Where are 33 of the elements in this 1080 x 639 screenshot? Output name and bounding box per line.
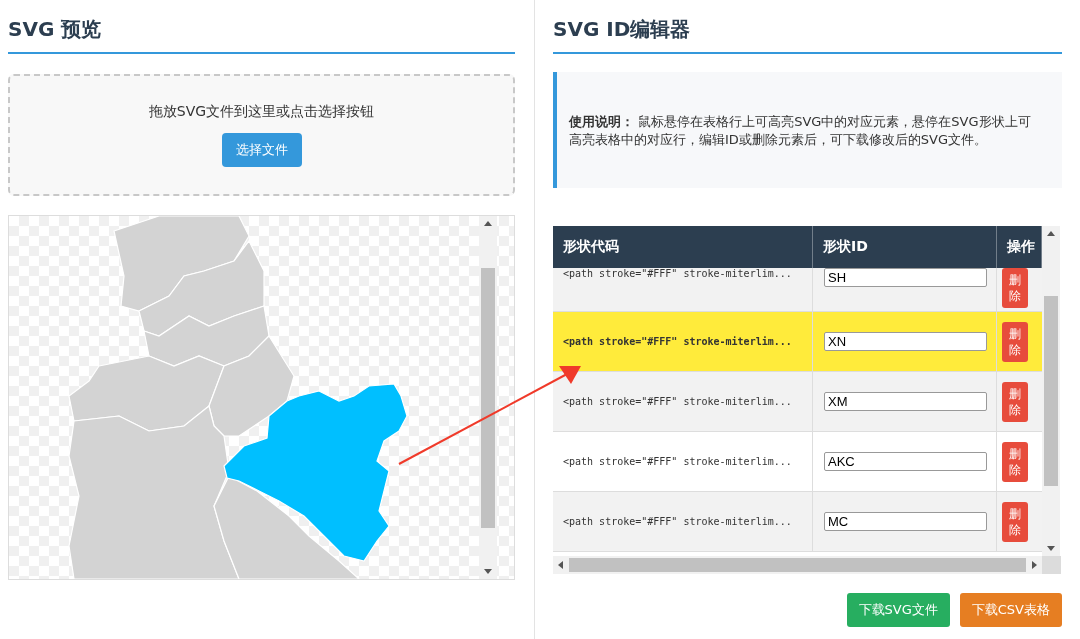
table-row[interactable]: <path stroke="#FFF" stroke-miterlim... XN 删除: [553, 312, 1042, 372]
scroll-up-icon[interactable]: [484, 220, 492, 226]
table-row[interactable]: <path stroke="#FFF" stroke-miterlim... XM 删除: [553, 372, 1042, 432]
drop-zone[interactable]: 拖放SVG文件到这里或点击选择按钮 选择文件: [8, 74, 515, 196]
scroll-left-icon[interactable]: [557, 561, 563, 569]
scroll-down-icon[interactable]: [484, 569, 492, 575]
id-input[interactable]: XN: [824, 332, 987, 351]
delete-button[interactable]: 删除: [1002, 381, 1028, 422]
drop-hint: 拖放SVG文件到这里或点击选择按钮: [148, 103, 375, 121]
scroll-down-icon[interactable]: [1047, 546, 1055, 552]
delete-button[interactable]: 删除: [1002, 501, 1028, 542]
id-input[interactable]: SH: [824, 268, 987, 287]
id-input[interactable]: MC: [824, 512, 987, 531]
id-input[interactable]: XM: [824, 392, 987, 411]
vertical-scrollbar[interactable]: [479, 216, 497, 579]
scroll-up-icon[interactable]: [1047, 230, 1055, 236]
scroll-right-icon[interactable]: [1032, 561, 1038, 569]
table-row[interactable]: <path stroke="#FFF" stroke-miterlim... MC 删除: [553, 492, 1042, 552]
table-cell: <path stroke="#FFF" stroke-miterlim...: [553, 492, 813, 551]
help-note: 使用说明： 鼠标悬停在表格行上可高亮SVG中的对应元素，悬停在SVG形状上可高亮表格中的对应行，编辑ID或删除元素后，可下载修改后的SVG文件。: [553, 72, 1062, 188]
table-cell: <path stroke="#FFF" stroke-miterlim...: [553, 432, 813, 491]
scrollbar-corner: [1042, 556, 1061, 574]
table-row[interactable]: <path stroke="#FFF" stroke-miterlim... AKC 删除: [553, 432, 1042, 492]
delete-button[interactable]: 删除: [1002, 441, 1028, 482]
delete-button[interactable]: 删除: [1002, 268, 1028, 308]
vertical-scrollbar[interactable]: [1042, 226, 1060, 556]
panel-title: SVG 预览: [8, 16, 515, 54]
panel-title: SVG ID编辑器: [553, 16, 1062, 54]
delete-button[interactable]: 删除: [1002, 321, 1028, 362]
id-input[interactable]: AKC: [824, 452, 987, 471]
table-row[interactable]: <path stroke="#FFF" stroke-miterlim... SH 删除: [553, 268, 1042, 312]
horizontal-scrollbar[interactable]: [553, 556, 1042, 574]
table-cell: <path stroke="#FFF" stroke-miterlim...: [553, 268, 813, 311]
